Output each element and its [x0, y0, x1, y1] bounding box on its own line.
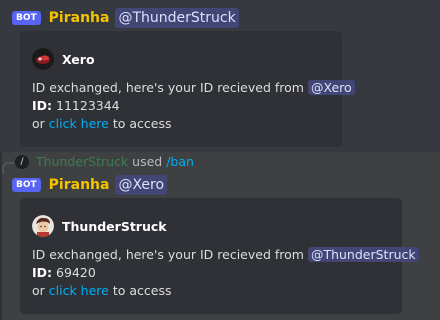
bot-tag: BOT: [12, 11, 41, 25]
embed-id-line: ID: 69420: [32, 264, 96, 282]
xero-avatar-icon: [32, 48, 54, 70]
embed-access-line: or click here to access: [32, 282, 172, 300]
reply-text: ThunderStruck used /ban: [36, 154, 194, 169]
access-suffix: to access: [112, 116, 172, 131]
id-value: 11123344: [56, 98, 120, 113]
embed: ThunderStruck ID exchanged, here's your …: [20, 198, 419, 314]
exchange-text: ID exchanged, here's your ID recieved fr…: [32, 80, 304, 95]
reply-spine: [2, 162, 14, 174]
author-name[interactable]: Piranha: [49, 177, 110, 193]
embed-id-line: ID: 11123344: [32, 97, 120, 115]
message-edge: [0, 152, 2, 320]
id-label: ID:: [32, 265, 53, 280]
embed: Xero ID exchanged, here's your ID reciev…: [20, 31, 355, 147]
message-1: BOT Piranha @ThunderStruck Xero ID excha…: [0, 0, 440, 152]
author-name[interactable]: Piranha: [49, 10, 110, 26]
reply-user[interactable]: ThunderStruck: [36, 154, 128, 169]
click-here-link[interactable]: click here: [49, 116, 109, 131]
embed-author: Xero: [32, 48, 95, 70]
access-prefix: or: [32, 116, 45, 131]
user-mention[interactable]: @Xero: [115, 175, 168, 195]
embed-access-line: or click here to access: [32, 115, 172, 133]
thunderstruck-avatar-icon: [32, 215, 54, 237]
user-mention[interactable]: @Xero: [307, 80, 355, 95]
command-reply-context[interactable]: / ThunderStruck used /ban: [0, 151, 440, 174]
exchange-text: ID exchanged, here's your ID recieved fr…: [32, 247, 304, 262]
embed-description-line: ID exchanged, here's your ID recieved fr…: [32, 246, 419, 264]
embed-author-name[interactable]: ThunderStruck: [62, 219, 167, 234]
id-label: ID:: [32, 98, 53, 113]
access-suffix: to access: [112, 283, 172, 298]
click-here-link[interactable]: click here: [49, 283, 109, 298]
message-header: BOT Piranha @ThunderStruck: [12, 8, 239, 28]
reply-command[interactable]: /ban: [166, 154, 194, 169]
message-header: BOT Piranha @Xero: [12, 175, 168, 195]
user-mention[interactable]: @ThunderStruck: [307, 247, 419, 262]
embed-description-line: ID exchanged, here's your ID recieved fr…: [32, 79, 355, 97]
access-prefix: or: [32, 283, 45, 298]
slash-command-icon: /: [15, 155, 29, 169]
id-value: 69420: [56, 265, 96, 280]
reply-used-text: used: [132, 154, 163, 169]
embed-author: ThunderStruck: [32, 215, 167, 237]
embed-author-name[interactable]: Xero: [62, 52, 95, 67]
user-mention[interactable]: @ThunderStruck: [115, 8, 239, 28]
bot-tag: BOT: [12, 178, 41, 192]
